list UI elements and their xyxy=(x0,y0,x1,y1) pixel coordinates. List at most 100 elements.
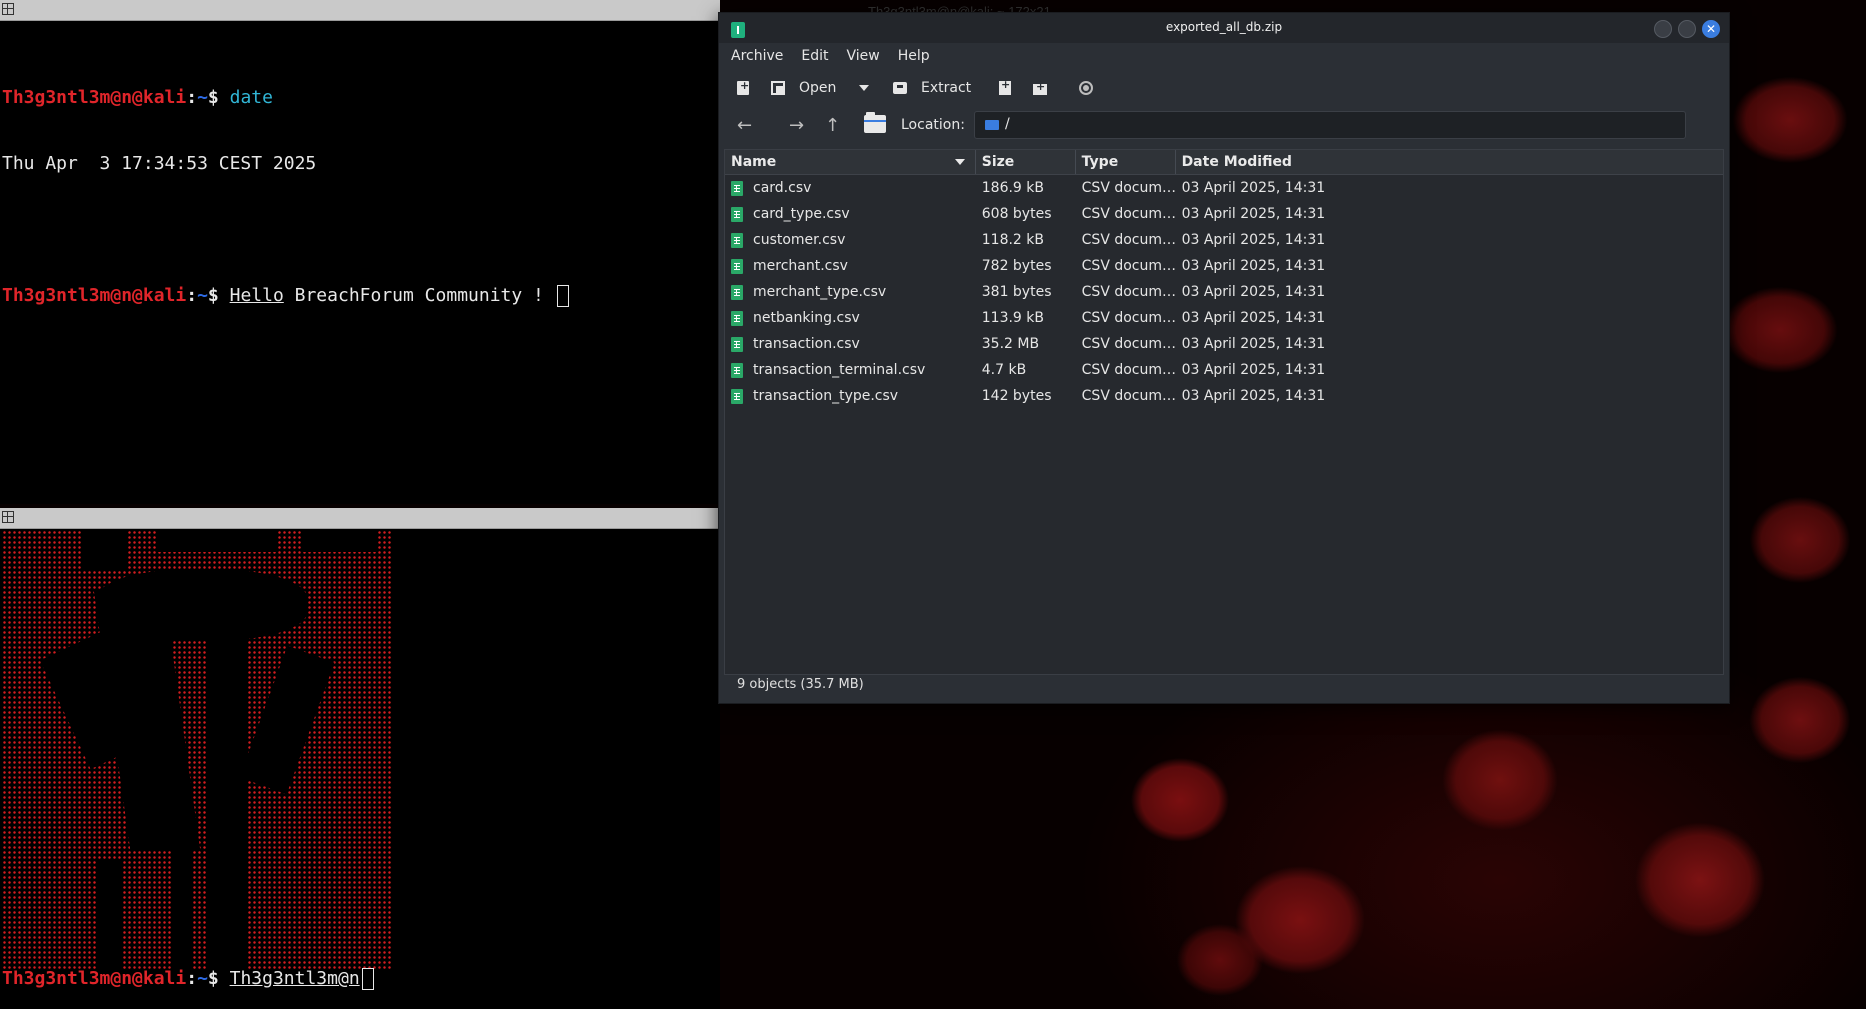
minimize-button[interactable] xyxy=(1654,20,1672,38)
prompt-dir: ~ xyxy=(197,87,208,108)
table-row[interactable]: customer.csv 118.2 kB CSV docum… 03 April 2… xyxy=(725,227,1723,253)
open-dropdown-button[interactable] xyxy=(859,78,869,98)
table-row[interactable]: card.csv 186.9 kB CSV docum… 03 April 2025,… xyxy=(725,175,1723,201)
window-titlebar[interactable]: exported_all_db.zip ✕ xyxy=(719,13,1729,43)
file-name: merchant.csv xyxy=(753,258,848,274)
terminal-pane-top[interactable]: Th3g3ntl3m@n@kali: ~ 172x21 Th3g3ntl3m@n… xyxy=(0,0,1051,504)
window-title: exported_all_db.zip xyxy=(1165,20,1283,34)
terminal-titlebar xyxy=(0,508,720,529)
file-name: netbanking.csv xyxy=(753,310,860,326)
terminal-cursor xyxy=(361,968,374,990)
menu-archive[interactable]: Archive xyxy=(731,48,783,64)
column-header-label: Name xyxy=(731,154,777,170)
file-name-cell: card.csv xyxy=(725,180,976,196)
prompt-separator: : xyxy=(186,87,198,108)
terminal-cursor xyxy=(556,285,569,307)
column-header-date-modified[interactable]: Date Modified xyxy=(1176,150,1723,174)
new-archive-button[interactable] xyxy=(737,78,749,98)
prompt-dollar: $ xyxy=(207,87,219,108)
add-folder-button[interactable] xyxy=(1033,78,1047,98)
file-type: CSV docum… xyxy=(1081,336,1176,352)
file-date-modified: 03 April 2025, 14:31 xyxy=(1181,336,1326,352)
file-name-cell: transaction_type.csv xyxy=(725,388,976,404)
extract-button[interactable]: Extract xyxy=(893,78,971,98)
menu-view[interactable]: View xyxy=(847,48,880,64)
toolbar: Open Extract xyxy=(719,69,1729,107)
column-header-type[interactable]: Type xyxy=(1076,150,1176,174)
add-folder-icon xyxy=(1033,80,1047,95)
status-bar: 9 objects (35.7 MB) xyxy=(737,677,864,692)
up-button[interactable]: ↑ xyxy=(825,117,840,135)
file-type: CSV docum… xyxy=(1081,180,1176,196)
file-type: CSV docum… xyxy=(1081,362,1176,378)
file-size: 782 bytes xyxy=(981,258,1052,274)
terminal-line: Th3g3ntl3m@n@kali:~$ Hello BreachForum C… xyxy=(2,285,718,307)
table-row[interactable]: card_type.csv 608 bytes CSV docum… 03 April… xyxy=(725,201,1723,227)
back-button[interactable]: ← xyxy=(737,117,752,135)
file-size: 35.2 MB xyxy=(981,336,1040,352)
terminal-pane-bottom[interactable]: Th3g3ntl3m@n@kali:~$ Th3g3ntl3m@n xyxy=(0,508,720,1009)
open-button[interactable]: Open xyxy=(771,78,836,98)
file-name-cell: transaction_terminal.csv xyxy=(725,362,976,378)
file-name-cell: netbanking.csv xyxy=(725,310,976,326)
close-icon: ✕ xyxy=(1705,22,1717,36)
file-date-modified: 03 April 2025, 14:31 xyxy=(1181,388,1326,404)
prompt-user: Th3g3ntl3m@n@kali xyxy=(2,968,187,989)
table-row[interactable]: merchant.csv 782 bytes CSV docum… 03 April … xyxy=(725,253,1723,279)
home-folder-button[interactable] xyxy=(864,112,886,133)
file-name: customer.csv xyxy=(753,232,846,248)
spreadsheet-file-icon xyxy=(731,180,743,196)
chevron-down-icon xyxy=(859,85,869,91)
forward-button[interactable]: → xyxy=(789,117,804,135)
arrow-right-icon: → xyxy=(789,115,805,136)
file-rows: card.csv 186.9 kB CSV docum… 03 April 2025,… xyxy=(725,175,1723,409)
archive-manager-window[interactable]: exported_all_db.zip ✕ Archive Edit View … xyxy=(718,12,1730,704)
extract-label: Extract xyxy=(921,80,972,96)
prompt-user: Th3g3ntl3m@n@kali xyxy=(2,87,187,108)
menu-edit[interactable]: Edit xyxy=(801,48,828,64)
terminal-line: Th3g3ntl3m@n@kali:~$ date xyxy=(2,87,718,109)
file-date-modified: 03 April 2025, 14:31 xyxy=(1181,206,1326,222)
file-list[interactable]: Name Size Type Date Modified card.csv 186… xyxy=(724,149,1724,675)
split-pane-icon[interactable] xyxy=(2,511,14,523)
column-header-label: Type xyxy=(1081,154,1119,170)
file-size: 381 bytes xyxy=(981,284,1052,300)
prompt-user: Th3g3ntl3m@n@kali xyxy=(2,285,187,306)
table-row[interactable]: transaction_type.csv 142 bytes CSV docum… 0… xyxy=(725,383,1723,409)
close-button[interactable]: ✕ xyxy=(1702,20,1720,38)
spreadsheet-file-icon xyxy=(731,310,743,326)
maximize-button[interactable] xyxy=(1678,20,1696,38)
stop-button[interactable] xyxy=(1079,78,1093,98)
file-name-cell: card_type.csv xyxy=(725,206,976,222)
add-files-button[interactable] xyxy=(999,78,1011,98)
open-label: Open xyxy=(799,80,837,96)
file-name: transaction_terminal.csv xyxy=(753,362,926,378)
prompt-dollar: $ xyxy=(207,968,219,989)
file-name: transaction_type.csv xyxy=(753,388,899,404)
file-type: CSV docum… xyxy=(1081,388,1176,404)
extract-icon xyxy=(893,82,907,94)
table-row[interactable]: transaction_terminal.csv 4.7 kB CSV docum…… xyxy=(725,357,1723,383)
file-type: CSV docum… xyxy=(1081,284,1176,300)
spreadsheet-file-icon xyxy=(731,206,743,222)
arrow-up-icon: ↑ xyxy=(825,115,841,136)
sort-descending-icon xyxy=(954,159,965,165)
prompt-dir: ~ xyxy=(197,968,208,989)
file-size: 118.2 kB xyxy=(981,232,1044,248)
table-row[interactable]: merchant_type.csv 381 bytes CSV docum… 03 A… xyxy=(725,279,1723,305)
column-header-name[interactable]: Name xyxy=(725,150,976,174)
spreadsheet-file-icon xyxy=(731,336,743,352)
split-pane-icon[interactable] xyxy=(2,3,14,15)
file-name-cell: merchant_type.csv xyxy=(725,284,976,300)
column-header-size[interactable]: Size xyxy=(976,150,1076,174)
file-type: CSV docum… xyxy=(1081,232,1176,248)
column-header-label: Size xyxy=(981,154,1015,170)
location-field[interactable]: / xyxy=(974,111,1686,139)
table-row[interactable]: transaction.csv 35.2 MB CSV docum… 03 April… xyxy=(725,331,1723,357)
menu-help[interactable]: Help xyxy=(898,48,930,64)
file-type: CSV docum… xyxy=(1081,258,1176,274)
command-text: Hello xyxy=(229,285,284,306)
prompt-separator: : xyxy=(186,968,198,989)
table-row[interactable]: netbanking.csv 113.9 kB CSV docum… 03 April… xyxy=(725,305,1723,331)
